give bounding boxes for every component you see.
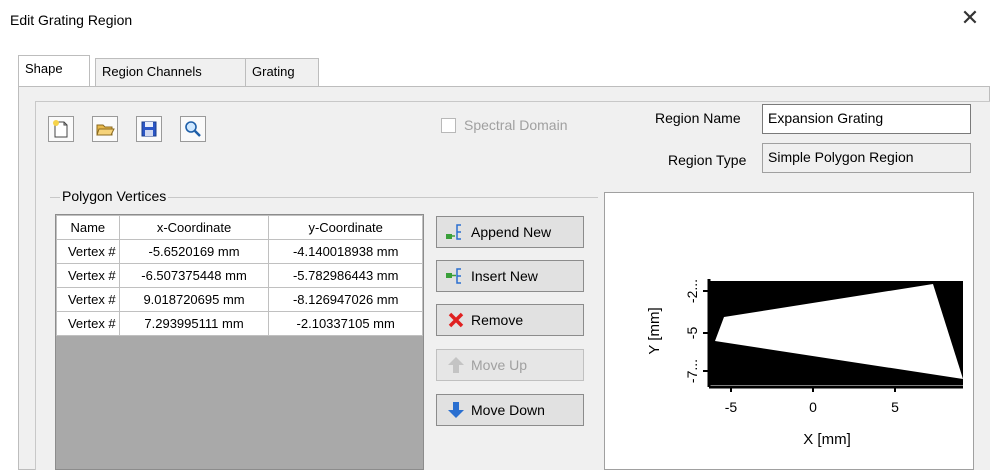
x-coordinate-cell[interactable]: 9.018720695 mm	[118, 287, 270, 312]
column-header-y[interactable]: y-Coordinate	[268, 215, 423, 240]
region-name-label: Region Name	[655, 110, 741, 126]
arrow-up-icon	[448, 357, 464, 373]
column-header-name[interactable]: Name	[56, 215, 120, 240]
x-tick-label: -5	[725, 399, 738, 415]
y-tick-label: -7...	[684, 359, 700, 383]
insert-new-label: Insert New	[471, 268, 538, 284]
column-header-x[interactable]: x-Coordinate	[118, 215, 270, 240]
x-coordinate-cell[interactable]: -6.507375448 mm	[118, 263, 270, 288]
y-coordinate-cell[interactable]: -2.10337105 mm	[268, 311, 423, 336]
open-folder-icon	[96, 124, 115, 136]
arrow-down-icon	[448, 402, 464, 418]
x-coordinate-cell[interactable]: 7.293995111 mm	[118, 311, 270, 336]
shape-preview-svg: -5 0 5 -2... -5 -7... X [mm] Y [mm]	[646, 279, 963, 448]
new-button[interactable]	[48, 116, 74, 142]
save-icon	[141, 121, 157, 137]
magnifier-icon	[185, 121, 201, 137]
table-row[interactable]: Vertex # 9.018720695 mm -8.126947026 mm	[56, 287, 423, 312]
append-new-label: Append New	[471, 224, 552, 240]
open-button[interactable]	[92, 116, 118, 142]
y-axis-label: Y [mm]	[646, 307, 663, 354]
close-button[interactable]: ✕	[956, 4, 984, 32]
x-coordinate-cell[interactable]: -5.6520169 mm	[118, 239, 270, 264]
remove-label: Remove	[471, 312, 524, 328]
close-icon: ✕	[960, 5, 980, 30]
x-tick-label: 0	[809, 399, 817, 415]
vertex-name-cell[interactable]: Vertex #	[56, 311, 120, 336]
move-up-button[interactable]: Move Up	[436, 349, 584, 381]
move-down-label: Move Down	[471, 402, 545, 418]
window-title: Edit Grating Region	[10, 12, 133, 28]
y-tick-label: -5	[684, 327, 700, 340]
checkbox-box[interactable]	[441, 117, 456, 133]
save-button[interactable]	[136, 116, 162, 142]
new-file-icon	[53, 120, 68, 138]
region-type-label: Region Type	[668, 152, 747, 168]
x-axis-label: X [mm]	[803, 431, 851, 448]
tab-grating[interactable]: Grating	[245, 58, 319, 86]
vertices-table[interactable]: Name x-Coordinate y-Coordinate Vertex # …	[55, 214, 424, 470]
insert-new-button[interactable]: Insert New	[436, 260, 584, 292]
insert-row-icon	[446, 268, 461, 284]
table-row[interactable]: Vertex # 7.293995111 mm -2.10337105 mm	[56, 311, 423, 336]
y-coordinate-cell[interactable]: -5.782986443 mm	[268, 263, 423, 288]
zoom-button[interactable]	[180, 116, 206, 142]
polygon-vertices-label: Polygon Vertices	[60, 188, 169, 204]
y-coordinate-cell[interactable]: -4.140018938 mm	[268, 239, 423, 264]
shape-preview-plot[interactable]: -5 0 5 -2... -5 -7... X [mm] Y [mm]	[604, 192, 974, 470]
y-tick-label: -2...	[684, 279, 700, 303]
append-row-icon	[446, 224, 461, 240]
spectral-domain-checkbox[interactable]: Spectral Domain	[441, 117, 568, 133]
vertex-name-cell[interactable]: Vertex #	[56, 287, 120, 312]
table-header-row: Name x-Coordinate y-Coordinate	[56, 215, 423, 240]
region-type-field: Simple Polygon Region	[762, 143, 971, 173]
y-coordinate-cell[interactable]: -8.126947026 mm	[268, 287, 423, 312]
tab-region-channels[interactable]: Region Channels	[95, 58, 263, 86]
tab-shape[interactable]: Shape	[18, 55, 90, 86]
red-x-icon	[448, 312, 464, 328]
remove-button[interactable]: Remove	[436, 304, 584, 336]
region-name-field[interactable]: Expansion Grating	[762, 104, 971, 134]
table-row[interactable]: Vertex # -5.6520169 mm -4.140018938 mm	[56, 239, 423, 264]
move-down-button[interactable]: Move Down	[436, 394, 584, 426]
append-new-button[interactable]: Append New	[436, 216, 584, 248]
spectral-domain-label: Spectral Domain	[464, 117, 568, 133]
move-up-label: Move Up	[471, 357, 528, 373]
vertex-name-cell[interactable]: Vertex #	[56, 263, 120, 288]
x-tick-label: 5	[891, 399, 899, 415]
table-row[interactable]: Vertex # -6.507375448 mm -5.782986443 mm	[56, 263, 423, 288]
vertex-name-cell[interactable]: Vertex #	[56, 239, 120, 264]
